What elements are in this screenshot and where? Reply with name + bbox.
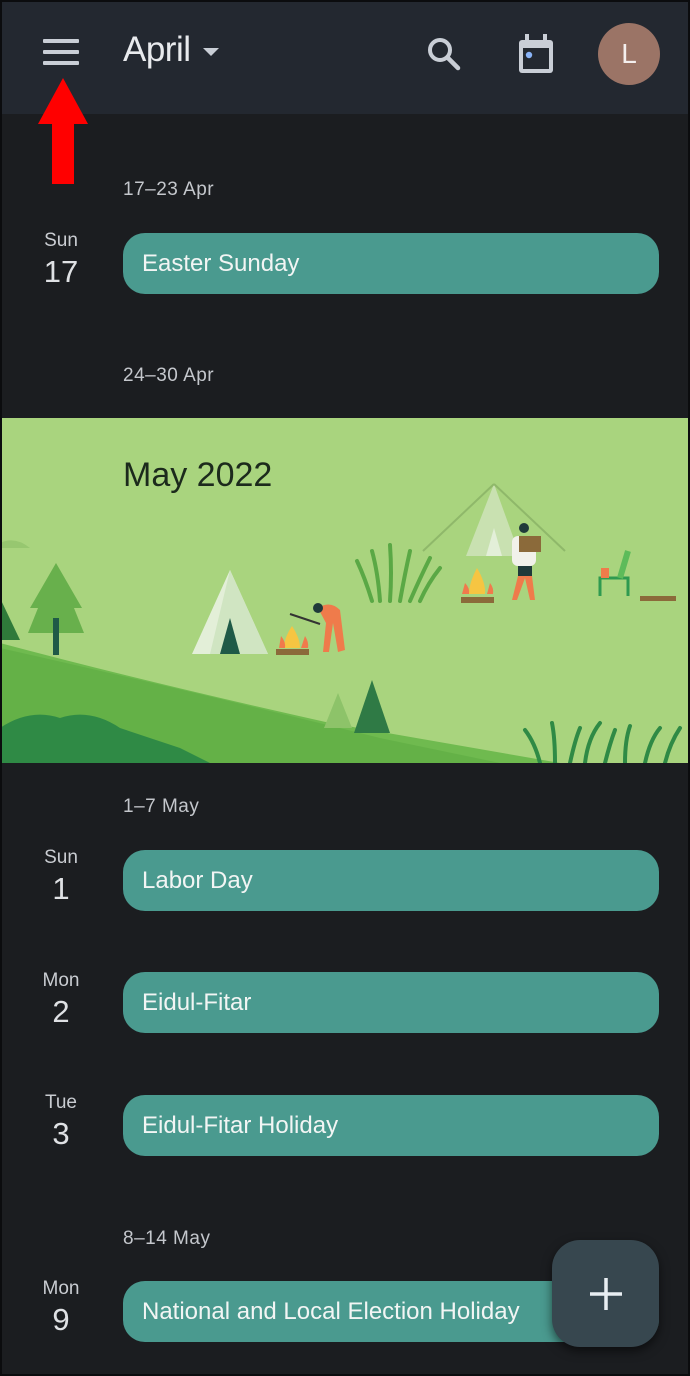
account-avatar[interactable]: L	[598, 23, 660, 85]
menu-button[interactable]	[38, 32, 84, 74]
day-of-week: Mon	[42, 970, 80, 991]
day-number: 17	[43, 254, 79, 289]
month-title: April	[123, 30, 191, 69]
today-button[interactable]	[512, 30, 560, 78]
day-label: Sun 1	[30, 847, 92, 907]
day-number: 9	[52, 1302, 70, 1337]
day-number: 1	[52, 871, 70, 906]
calendar-today-icon	[519, 34, 553, 73]
month-banner: May 2022	[0, 418, 690, 763]
day-label: Tue 3	[30, 1092, 92, 1152]
day-of-week: Tue	[44, 1092, 78, 1113]
event-chip[interactable]: Labor Day	[123, 850, 659, 911]
annotation-arrow	[38, 78, 88, 184]
event-chip[interactable]: Eidul-Fitar	[123, 972, 659, 1033]
hamburger-menu-icon-line	[43, 61, 79, 65]
search-icon	[428, 38, 461, 71]
month-banner-title: May 2022	[123, 456, 273, 494]
caret-down-icon	[202, 48, 219, 56]
event-chip[interactable]: Easter Sunday	[123, 233, 659, 294]
event-chip[interactable]: Eidul-Fitar Holiday	[123, 1095, 659, 1156]
day-of-week: Sun	[44, 230, 78, 251]
day-number: 2	[52, 994, 70, 1029]
camping-illustration	[0, 483, 682, 763]
search-button[interactable]	[420, 30, 468, 78]
day-number: 3	[52, 1116, 70, 1151]
day-label: Mon 2	[30, 970, 92, 1030]
hamburger-menu-icon	[43, 39, 79, 43]
hamburger-menu-icon-line	[43, 50, 79, 54]
day-label: Sun 17	[30, 230, 92, 290]
day-of-week: Sun	[44, 847, 78, 868]
create-event-button[interactable]	[552, 1240, 659, 1347]
day-label: Mon 9	[30, 1278, 92, 1338]
month-selector[interactable]: April	[123, 30, 219, 70]
day-of-week: Mon	[42, 1278, 80, 1299]
week-header: 24–30 Apr	[123, 365, 215, 386]
app-bar: April L	[0, 0, 690, 114]
week-header: 1–7 May	[123, 796, 200, 817]
week-header: 8–14 May	[123, 1228, 211, 1249]
week-header: 17–23 Apr	[123, 179, 215, 200]
plus-icon	[589, 1277, 622, 1310]
